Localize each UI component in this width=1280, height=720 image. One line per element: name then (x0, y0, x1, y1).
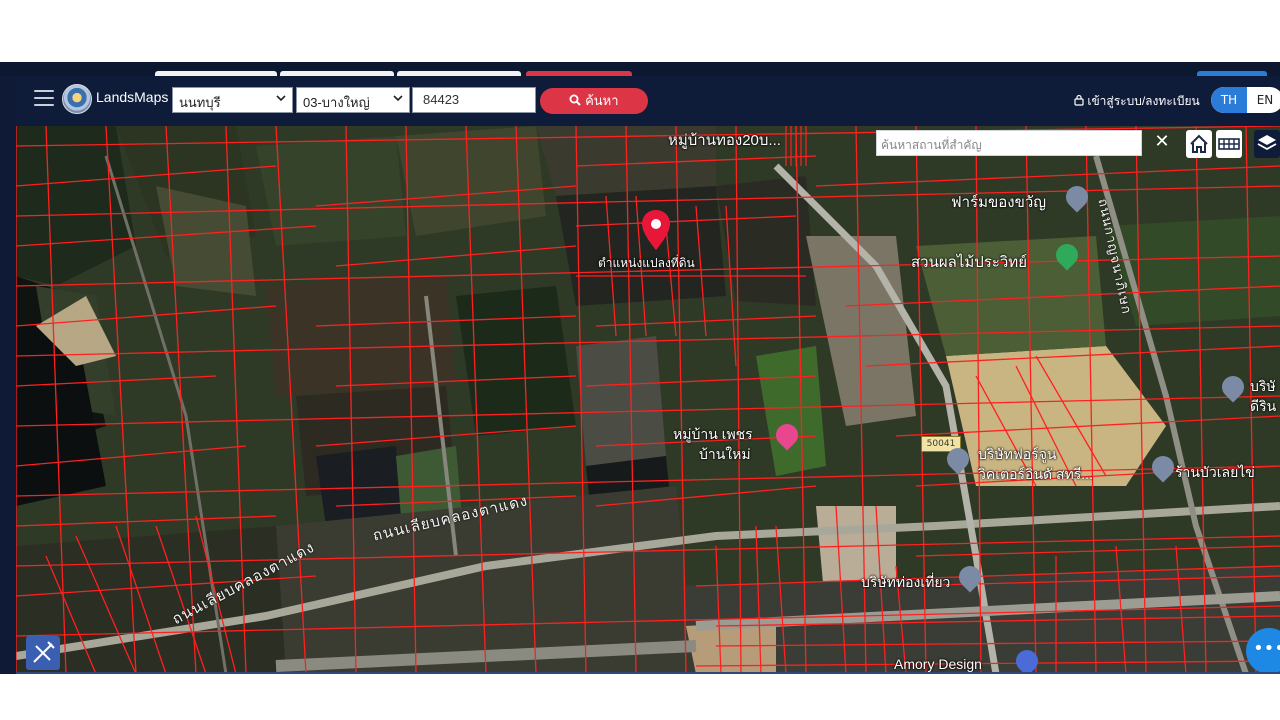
district-value: 03-บางใหญ่ (303, 95, 370, 110)
map-canvas[interactable]: หมู่บ้านทอง20บ... ฟาร์มของขวัญ สวนผลไม้ป… (16, 126, 1280, 674)
search-icon (569, 93, 585, 108)
map-label-shop: ร้านบัวเลยไข่ (1175, 464, 1255, 480)
map-label-company-right-1: บริษั (1250, 378, 1276, 394)
top-navbar: LandsMaps นนทบุรี 03-บางใหญ่ 84423 ค้นหา… (16, 76, 1280, 126)
hamburger-icon[interactable] (34, 90, 54, 108)
map-label-village-top: หมู่บ้านทอง20บ... (668, 132, 781, 149)
map-label-orchard: สวนผลไม้ประวิทย์ (911, 254, 1027, 271)
district-select[interactable]: 03-บางใหญ่ (296, 87, 410, 113)
ruler-icon[interactable] (26, 636, 60, 670)
map-label-company-fortune-2: วิคเตอร์อินดั สทรี... (978, 466, 1093, 482)
grid-icon[interactable] (1216, 130, 1242, 158)
place-search-input[interactable]: ค้นหาสถานที่สำคัญ (876, 130, 1142, 156)
province-value: นนทบุรี (179, 95, 221, 110)
search-button[interactable]: ค้นหา (540, 88, 648, 114)
ghost-toolbar (0, 62, 1280, 79)
login-link[interactable]: เข้าสู่ระบบ/ลงทะเบียน (1074, 92, 1200, 111)
chevron-down-icon (393, 93, 403, 106)
search-button-label: ค้นหา (585, 93, 619, 108)
layers-icon[interactable] (1254, 130, 1280, 158)
brand-name: LandsMaps (96, 89, 169, 105)
lock-icon (1074, 94, 1087, 108)
parcel-marker-label: ตำแหน่งแปลงที่ดิน (598, 256, 695, 270)
map-label-company-bottom: บริษัทท่องเที่ยว (861, 574, 951, 590)
lang-th-button[interactable]: TH (1211, 87, 1247, 113)
lang-en-button[interactable]: EN (1247, 87, 1280, 113)
home-icon[interactable] (1186, 130, 1212, 158)
map-label-company-fortune: บริษัทฟอร์จูน (978, 446, 1057, 462)
chevron-down-icon (276, 93, 286, 106)
logo-seal (62, 84, 92, 114)
map-label-amory: Amory Design (894, 656, 982, 672)
language-toggle: TH EN (1211, 87, 1280, 113)
parcel-number-input[interactable]: 84423 (412, 87, 536, 113)
close-icon[interactable]: ✕ (1152, 130, 1172, 154)
province-select[interactable]: นนทบุรี (172, 87, 293, 113)
map-label-company-right-2: ดีริน (1250, 398, 1277, 414)
map-label-ban-mai: บ้านใหม่ (699, 446, 751, 462)
bottom-divider (16, 672, 1280, 674)
map-label-village-phet: หมู่บ้าน เพชร (673, 426, 753, 442)
map-label-farm: ฟาร์มของขวัญ (951, 194, 1047, 211)
login-label: เข้าสู่ระบบ/ลงทะเบียน (1087, 94, 1200, 108)
app-window: LandsMaps นนทบุรี 03-บางใหญ่ 84423 ค้นหา… (0, 62, 1280, 674)
